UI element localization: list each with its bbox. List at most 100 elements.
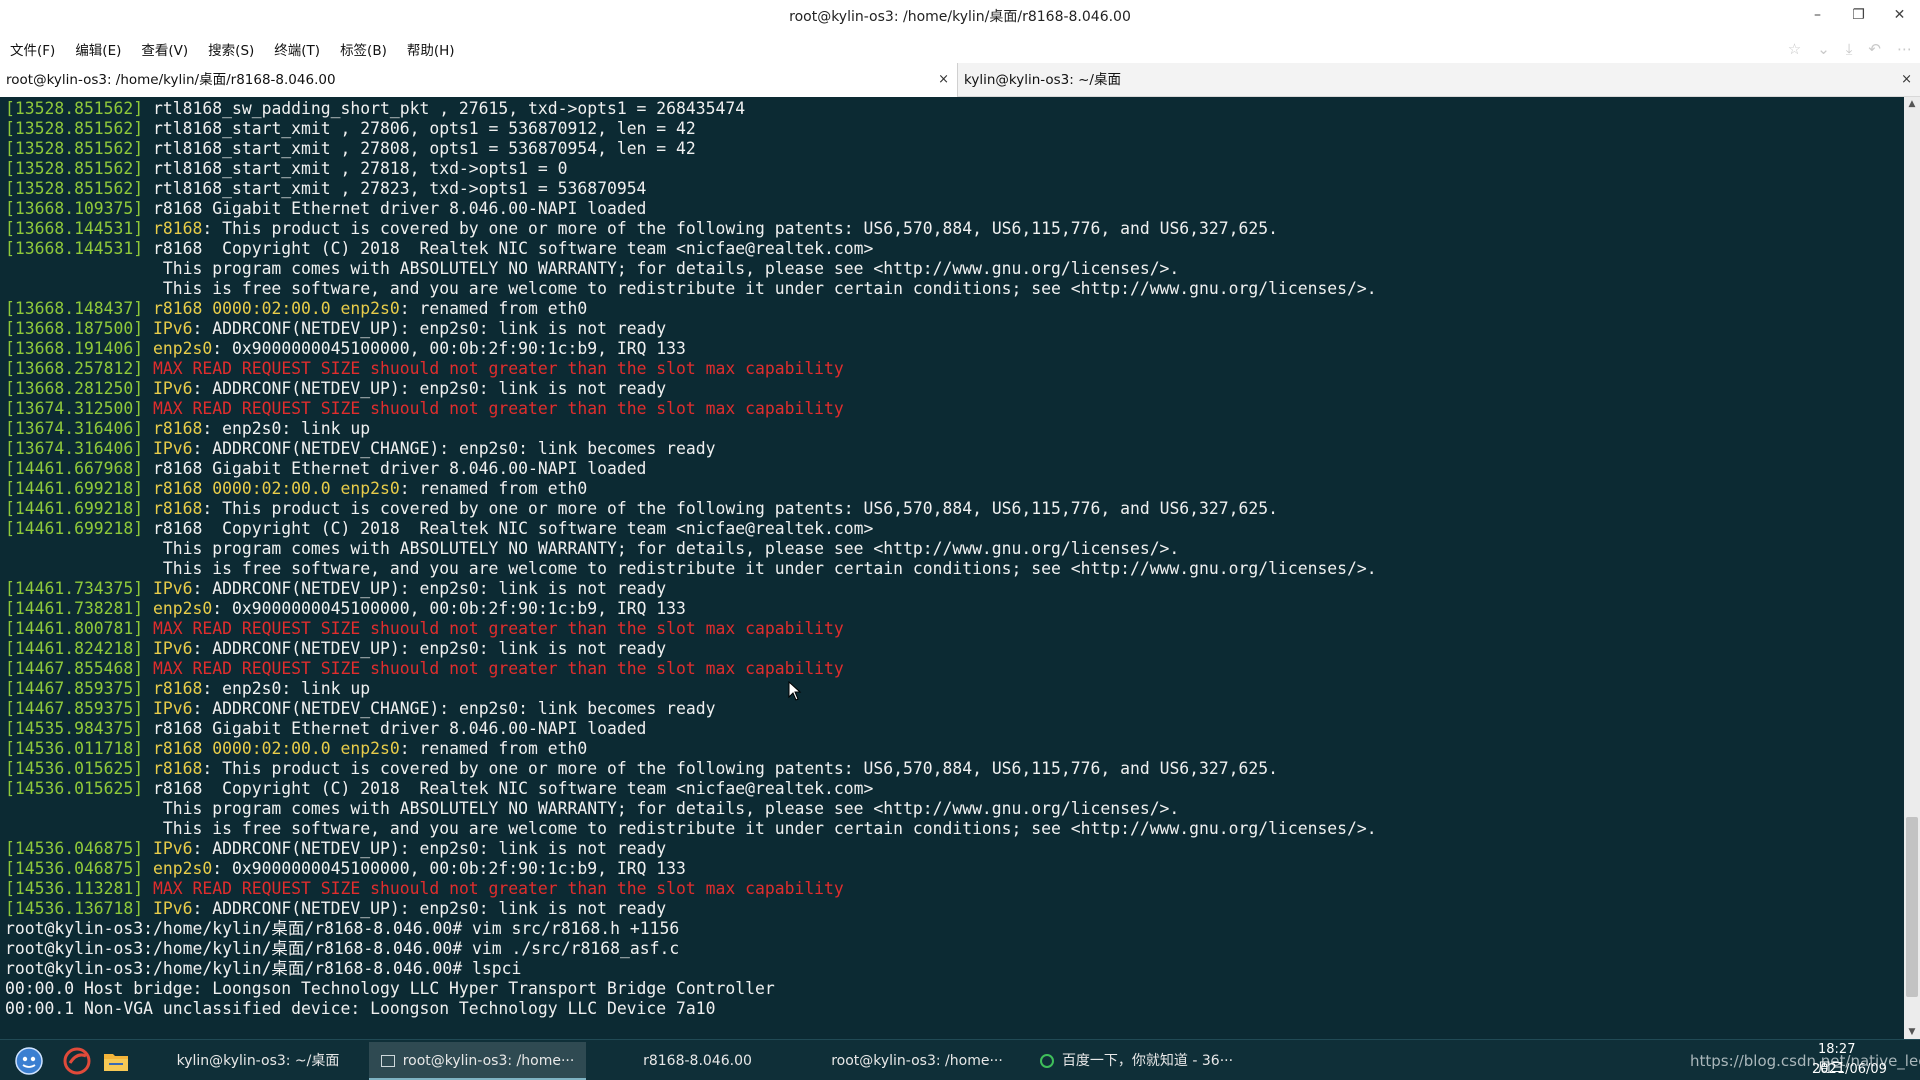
clock-date[interactable]: 2021/06/09 (1812, 1062, 1887, 1077)
log-text: r8168 Copyright (C) 2018 Realtek NIC sof… (143, 239, 874, 258)
log-timestamp: [14467.859375] (5, 699, 144, 718)
restore-button[interactable]: ❐ (1838, 0, 1879, 30)
log-text: : 0x9000000045100000, 00:0b:2f:90:1c:b9,… (212, 599, 686, 618)
log-text: rtl8168_start_xmit , 27806, opts1 = 5368… (143, 119, 696, 138)
terminal-line: 00:00.0 Host bridge: Loongson Technology… (5, 979, 1904, 999)
close-button[interactable]: ✕ (1879, 0, 1920, 30)
menu-terminal[interactable]: 终端(T) (274, 39, 320, 59)
star-icon[interactable]: ☆ (1788, 40, 1801, 58)
log-keyword: IPv6 (153, 639, 193, 658)
log-text: : renamed from eth0 (399, 739, 588, 758)
terminal-line: [13674.316406] r8168: enp2s0: link up (5, 419, 1904, 439)
undo-icon[interactable]: ↶ (1868, 40, 1881, 58)
task-root-terminal-2[interactable]: root@kylin-os3: /home··· (808, 1042, 1026, 1080)
menu-edit[interactable]: 编辑(E) (75, 39, 121, 59)
terminal-line: [14461.699218] r8168 0000:02:00.0 enp2s0… (5, 479, 1904, 499)
log-text: This is free software, and you are welco… (5, 559, 1377, 578)
log-text: : ADDRCONF(NETDEV_UP): enp2s0: link is n… (192, 899, 667, 918)
file-manager-icon[interactable] (101, 1046, 131, 1076)
window-controls: – ❐ ✕ (1797, 0, 1920, 34)
minimize-button[interactable]: – (1797, 0, 1838, 30)
log-keyword: IPv6 (153, 439, 193, 458)
terminal-line: [13668.187500] IPv6: ADDRCONF(NETDEV_UP)… (5, 319, 1904, 339)
close-icon[interactable]: × (1901, 63, 1912, 97)
log-text: : ADDRCONF(NETDEV_UP): enp2s0: link is n… (192, 579, 667, 598)
download-icon[interactable]: ⤓ (1846, 40, 1853, 58)
log-text: rtl8168_start_xmit , 27823, txd->opts1 =… (143, 179, 647, 198)
task-root-terminal[interactable]: root@kylin-os3: /home··· (369, 1042, 586, 1080)
tab-label: root@kylin-os3: /home/kylin/桌面/r8168-8.0… (6, 72, 336, 88)
log-timestamp: [14467.859375] (5, 679, 144, 698)
scrollbar-thumb[interactable] (1906, 817, 1918, 997)
log-timestamp: [14461.738281] (5, 599, 144, 618)
tab-kylin-terminal[interactable]: kylin@kylin-os3: ~/桌面 × (958, 63, 1920, 97)
terminal-line: [14461.699218] r8168: This product is co… (5, 499, 1904, 519)
terminal-output[interactable]: [13528.851562] rtl8168_sw_padding_short_… (0, 97, 1904, 1039)
terminal-line: [14467.855468] MAX READ REQUEST SIZE shu… (5, 659, 1904, 679)
task-browser-baidu[interactable]: 百度一下，你就知道 - 36··· (1028, 1042, 1245, 1080)
chevron-down-icon[interactable]: ⌄ (1817, 40, 1830, 58)
more-icon[interactable]: ⋯ (1897, 40, 1912, 58)
terminal-line: [14461.738281] enp2s0: 0x900000004510000… (5, 599, 1904, 619)
terminal-line: [13674.312500] MAX READ REQUEST SIZE shu… (5, 399, 1904, 419)
log-timestamp: [14536.011718] (5, 739, 144, 758)
log-keyword: r8168 (153, 759, 203, 778)
log-text: This program comes with ABSOLUTELY NO WA… (5, 799, 1180, 818)
log-text: rtl8168_start_xmit , 27818, txd->opts1 =… (143, 159, 568, 178)
log-text: This is free software, and you are welco… (5, 279, 1377, 298)
log-text: : 0x9000000045100000, 00:0b:2f:90:1c:b9,… (212, 339, 686, 358)
task-kylin-terminal[interactable]: kylin@kylin-os3: ~/桌面 (149, 1042, 367, 1080)
terminal-line: [13528.851562] rtl8168_sw_padding_short_… (5, 99, 1904, 119)
log-keyword: enp2s0 (153, 599, 213, 618)
terminal-line: [13668.281250] IPv6: ADDRCONF(NETDEV_UP)… (5, 379, 1904, 399)
log-timestamp: [13528.851562] (5, 179, 144, 198)
log-text: rtl8168_start_xmit , 27808, opts1 = 5368… (143, 139, 696, 158)
log-text: : This product is covered by one or more… (202, 499, 1278, 518)
log-text: : ADDRCONF(NETDEV_UP): enp2s0: link is n… (192, 319, 667, 338)
menu-tools: ☆ ⌄ ⤓ ↶ ⋯ (1788, 34, 1912, 63)
log-timestamp: [14536.136718] (5, 899, 144, 918)
menu-view[interactable]: 查看(V) (141, 39, 188, 59)
log-timestamp: [14461.800781] (5, 619, 144, 638)
task-r8168-folder[interactable]: r8168-8.046.00 (589, 1042, 806, 1080)
terminal-scrollbar[interactable]: ▲ ▼ (1904, 97, 1920, 1039)
terminal-line: [14461.667968] r8168 Gigabit Ethernet dr… (5, 459, 1904, 479)
log-keyword: r8168 (153, 499, 203, 518)
menu-file[interactable]: 文件(F) (10, 39, 55, 59)
menu-help[interactable]: 帮助(H) (407, 39, 455, 59)
start-menu-icon[interactable] (14, 1046, 44, 1076)
menu-tabs[interactable]: 标签(B) (340, 39, 387, 59)
terminal-line: [14461.800781] MAX READ REQUEST SIZE shu… (5, 619, 1904, 639)
log-timestamp: [14461.824218] (5, 639, 144, 658)
tab-root-terminal[interactable]: root@kylin-os3: /home/kylin/桌面/r8168-8.0… (0, 63, 958, 97)
mouse-pointer-icon (788, 681, 802, 701)
log-text: : 0x9000000045100000, 00:0b:2f:90:1c:b9,… (212, 859, 686, 878)
log-keyword: IPv6 (153, 579, 193, 598)
log-keyword: enp2s0 (153, 859, 213, 878)
menu-search[interactable]: 搜索(S) (208, 39, 254, 59)
log-timestamp: [13674.316406] (5, 419, 144, 438)
terminal-line: [14467.859375] r8168: enp2s0: link up (5, 679, 1904, 699)
log-text: r8168 Gigabit Ethernet driver 8.046.00-N… (143, 199, 647, 218)
log-timestamp: [14461.667968] (5, 459, 144, 478)
scroll-up-arrow-icon[interactable]: ▲ (1904, 97, 1920, 111)
log-timestamp: [13668.257812] (5, 359, 144, 378)
terminal-line: [13668.148437] r8168 0000:02:00.0 enp2s0… (5, 299, 1904, 319)
log-timestamp: [13668.191406] (5, 339, 144, 358)
terminal-line: [14536.011718] r8168 0000:02:00.0 enp2s0… (5, 739, 1904, 759)
terminal-line: This program comes with ABSOLUTELY NO WA… (5, 259, 1904, 279)
browser-icon[interactable] (62, 1046, 92, 1076)
terminal-line: [14536.046875] enp2s0: 0x900000004510000… (5, 859, 1904, 879)
scroll-down-arrow-icon[interactable]: ▼ (1904, 1025, 1920, 1039)
close-icon[interactable]: × (938, 63, 949, 97)
terminal-line: [13528.851562] rtl8168_start_xmit , 2780… (5, 119, 1904, 139)
tab-label: kylin@kylin-os3: ~/桌面 (964, 72, 1121, 88)
terminal-line: This is free software, and you are welco… (5, 279, 1904, 299)
